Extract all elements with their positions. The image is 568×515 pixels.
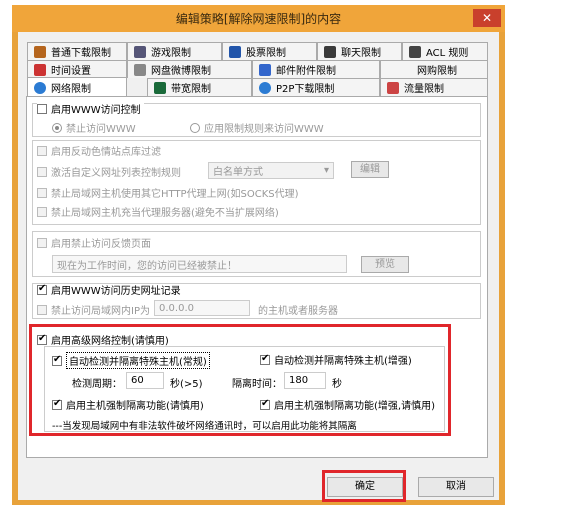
tab-traffic[interactable]: 流量限制 [380,78,488,96]
network-icon [34,81,46,94]
tab-time[interactable]: 时间设置 [27,60,127,78]
tab-chat[interactable]: 聊天限制 [317,42,402,60]
history-enable-checkbox[interactable] [37,283,47,295]
forbid-proxy-server[interactable]: 禁止局域网主机充当代理服务器(避免不当扩展网络) [37,204,279,219]
highlight-box-ok [322,470,406,502]
radio-forbid-www-button[interactable] [52,122,62,133]
radio-app-www-button[interactable] [190,122,200,133]
custom-url-rule[interactable]: 激活自定义网址列表控制规则 [37,164,181,179]
traffic-icon [387,81,399,94]
tab-shop[interactable]: 网购限制 [380,60,488,78]
mail-icon [259,63,271,76]
highlight-box-advanced [29,324,451,436]
stock-icon [229,45,241,58]
bandwidth-icon [154,81,166,94]
radio-app-www[interactable]: 应用限制规则来访问WWW [190,120,324,135]
tab-p2p[interactable]: P2P下载限制 [252,78,380,96]
chat-icon [324,45,336,58]
tab-acl[interactable]: ACL 规则 [402,42,488,60]
p2p-icon [259,81,271,94]
tab-bandwidth[interactable]: 带宽限制 [147,78,252,96]
reverse-filter[interactable]: 启用反动色情站点库过滤 [37,143,161,158]
tab-mail[interactable]: 邮件附件限制 [252,60,380,78]
tab-download-limit[interactable]: 普通下载限制 [27,42,127,60]
close-button[interactable]: ✕ [473,9,501,27]
feedback-enable[interactable]: 启用禁止访问反馈页面 [37,235,151,250]
cloud-icon [134,63,146,76]
edit-button[interactable]: 编辑 [351,161,389,178]
cancel-button[interactable]: 取消 [418,477,494,497]
forbid-http-proxy-checkbox[interactable] [37,187,47,198]
game-icon [134,45,146,58]
custom-url-rule-checkbox[interactable] [37,166,47,177]
clock-icon [34,63,46,76]
feedback-message-field[interactable]: 现在为工作时间，您的访问已经被禁止！ [52,255,347,273]
chevron-down-icon: ▾ [323,165,329,176]
tab-cloud[interactable]: 网盘微博限制 [127,60,252,78]
lan-ip-field[interactable]: 0.0.0.0 [154,300,250,316]
tab-stock[interactable]: 股票限制 [222,42,317,60]
lan-ip-suffix: 的主机或者服务器 [258,306,338,317]
download-limit-icon [34,45,46,58]
history-enable[interactable]: 启用WWW访问历史网址记录 [37,282,181,297]
forbid-lan-ip[interactable]: 禁止访问局域网内IP为 [37,302,150,317]
acl-icon [409,45,421,58]
reverse-filter-checkbox[interactable] [37,145,47,156]
preview-button[interactable]: 预览 [361,256,409,273]
window-title: 编辑策略[解除网速限制]的内容 [175,12,342,26]
list-mode-select[interactable]: 白名单方式 ▾ [208,162,334,179]
forbid-lan-ip-checkbox[interactable] [37,304,47,315]
feedback-enable-checkbox[interactable] [37,237,47,248]
tab-game[interactable]: 游戏限制 [127,42,222,60]
www-enable[interactable]: 启用WWW访问控制 [37,101,144,116]
forbid-proxy-server-checkbox[interactable] [37,206,47,217]
forbid-http-proxy[interactable]: 禁止局域网主机使用其它HTTP代理上网(如SOCKS代理) [37,185,299,200]
www-enable-checkbox[interactable] [37,103,47,114]
tab-network[interactable]: 网络限制 [27,77,127,97]
radio-forbid-www[interactable]: 禁止访问WWW [52,120,136,135]
